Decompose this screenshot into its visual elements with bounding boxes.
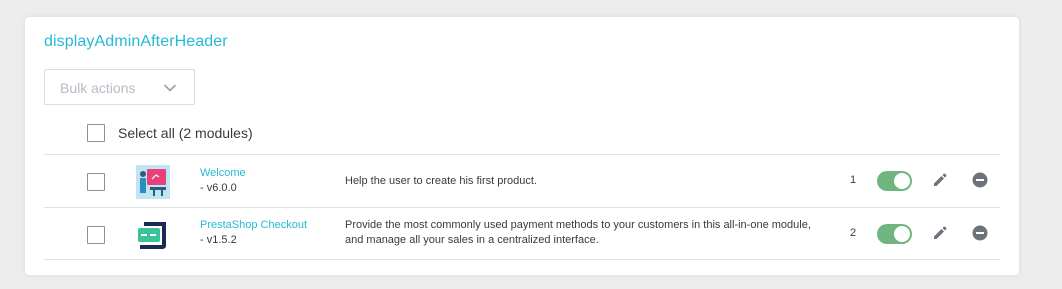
welcome-logo-icon — [136, 165, 170, 199]
module-name-link[interactable]: PrestaShop Checkout — [200, 219, 307, 231]
module-name-link[interactable]: Welcome — [200, 167, 246, 179]
module-position: 1 — [850, 174, 857, 186]
toggle-knob — [894, 226, 910, 242]
module-row: PrestaShop Checkout - v1.5.2 Provide the… — [44, 207, 1000, 260]
module-version: - v6.0.0 — [200, 182, 237, 194]
hook-title: displayAdminAfterHeader — [44, 33, 228, 50]
toggle-knob — [894, 173, 910, 189]
module-row: Welcome - v6.0.0 Help the user to create… — [44, 154, 1000, 207]
chevron-down-icon — [164, 84, 176, 92]
remove-circle-icon[interactable] — [971, 171, 989, 189]
select-all-checkbox[interactable] — [87, 124, 105, 142]
edit-pencil-icon[interactable] — [931, 224, 949, 242]
edit-pencil-icon[interactable] — [931, 171, 949, 189]
module-enable-toggle[interactable] — [877, 171, 912, 191]
select-all-label: Select all (2 modules) — [118, 125, 253, 141]
module-description: Provide the most commonly used payment m… — [345, 219, 811, 246]
remove-circle-icon[interactable] — [971, 224, 989, 242]
module-position: 2 — [850, 227, 857, 239]
module-hook-card: displayAdminAfterHeader Bulk actions Sel… — [25, 17, 1019, 275]
module-enable-toggle[interactable] — [877, 224, 912, 244]
bulk-actions-label: Bulk actions — [60, 80, 136, 96]
module-version: - v1.5.2 — [200, 234, 237, 246]
module-checkbox[interactable] — [87, 173, 105, 191]
module-checkbox[interactable] — [87, 226, 105, 244]
module-description: Help the user to create his first produc… — [345, 175, 537, 187]
prestashop-checkout-logo-icon — [138, 222, 166, 249]
bulk-actions-dropdown[interactable]: Bulk actions — [44, 69, 195, 105]
